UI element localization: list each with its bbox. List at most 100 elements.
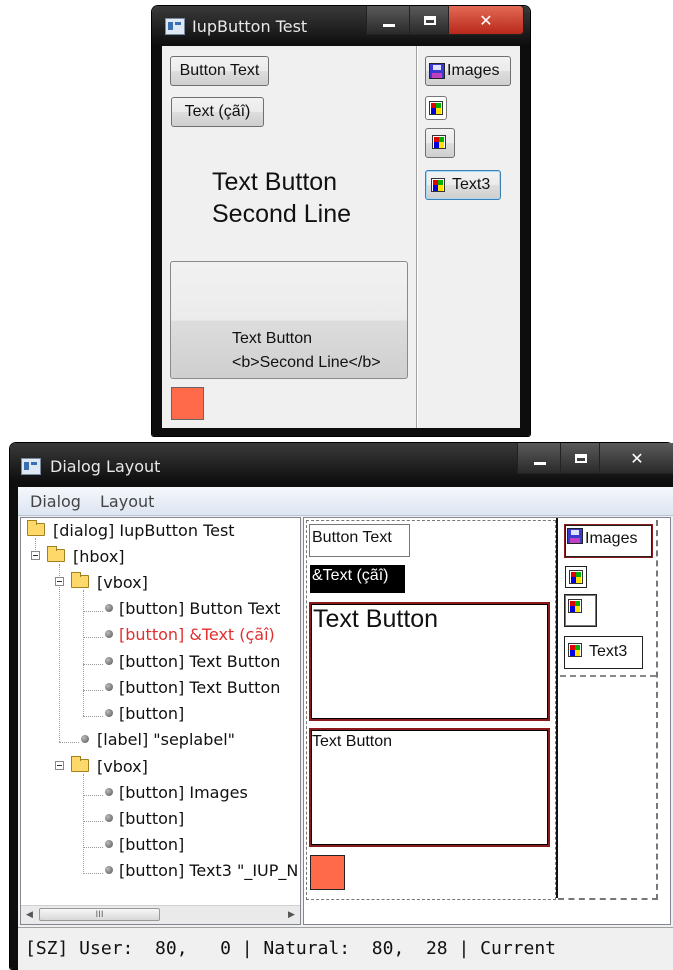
maximize-button[interactable] [560,443,602,474]
rgb-image-icon [431,178,445,192]
tree-item-dialog[interactable]: [dialog] IupButton Test [21,520,300,542]
close-icon: ✕ [479,10,493,30]
iupbutton-test-window: IupButton Test ✕ Button Text Text (çãî) … [152,6,530,436]
text3-label: Text3 [452,176,491,193]
floppy-icon [567,528,583,544]
markup-line1: Text Button [232,330,313,347]
markup-text-button[interactable]: Text Button <b>Second Line</b> [170,261,408,379]
tree-item-button-selected[interactable]: [button] &Text (çãî) [21,624,300,646]
menu-layout[interactable]: Layout [100,492,154,511]
tree-item-label: [label] "seplabel" [97,730,236,749]
button-text[interactable]: Button Text [170,56,269,86]
tree-item-vbox[interactable]: [vbox] [21,572,300,594]
floppy-icon [429,63,445,79]
minimize-icon [534,461,546,465]
tree-item-label: [dialog] IupButton Test [53,521,235,540]
canvas-spacer-line [560,675,656,677]
tree-item-button[interactable]: [button] [21,703,300,725]
tree-item-button[interactable]: [button] [21,834,300,856]
canvas-text-cai-selected[interactable]: &Text (çãî) [310,565,405,593]
canvas-label: &Text (çãî) [312,567,389,584]
rgb-image-icon [429,101,443,115]
text-button-flat[interactable]: Text Button Second Line [212,166,382,232]
tree-item-vbox[interactable]: [vbox] [21,756,300,778]
canvas-color-button[interactable] [310,855,345,890]
collapse-icon[interactable] [55,577,64,586]
scroll-thumb-grip: III [95,909,104,920]
tree-horizontal-scrollbar[interactable]: ◀ III ▶ [21,905,300,924]
close-button[interactable]: ✕ [448,6,524,35]
titlebar[interactable]: IupButton Test ✕ [152,6,530,42]
leaf-bullet-icon [105,657,113,665]
close-icon: ✕ [630,448,644,468]
canvas-text-button-big[interactable]: Text Button [309,602,550,721]
maximize-icon [575,453,587,463]
separator [416,46,418,428]
tree-item-button[interactable]: [button] Button Text [21,598,300,620]
canvas-label: Images [585,530,638,547]
images-label: Images [447,62,500,79]
titlebar[interactable]: Dialog Layout ✕ [10,443,673,483]
leaf-bullet-icon [105,709,113,717]
folder-open-icon [47,546,65,562]
canvas-image-button-1[interactable] [565,566,587,588]
tree-item-hbox[interactable]: [hbox] [21,546,300,568]
leaf-bullet-icon [105,604,113,612]
layout-tree[interactable]: [dialog] IupButton Test [hbox] [vbox] [b… [20,517,301,925]
canvas-text-button-small[interactable]: Text Button [309,728,550,847]
color-button[interactable] [171,387,204,420]
image-button-2[interactable] [425,128,455,158]
tree-item-label: [vbox] [97,757,148,776]
minimize-button[interactable] [517,443,563,474]
rgb-image-icon [568,599,582,613]
canvas-button-text[interactable]: Button Text [309,524,410,557]
image-button-1[interactable] [425,96,447,120]
tree-item-label: [button] [119,835,185,854]
tree-item-label: [hbox] [73,547,125,566]
scroll-left-icon[interactable]: ◀ [21,906,38,923]
folder-open-icon [71,756,89,772]
tree-item-label: [button] Images [119,783,248,802]
tree-item-button[interactable]: [button] Text Button [21,677,300,699]
text-button-line2: Second Line [212,200,352,228]
canvas-label: Text Button [313,605,439,633]
client-area: Button Text Text (çãî) Text Button Secon… [162,46,520,428]
tree-item-label: [button] Text3 "_IUP_N [119,861,299,880]
collapse-icon[interactable] [55,761,64,770]
leaf-bullet-icon [105,840,113,848]
minimize-icon [383,23,395,27]
tree-item-label: [button] [119,809,185,828]
layout-canvas[interactable]: Button Text &Text (çãî) Text Button Text… [303,517,671,925]
leaf-bullet-icon [81,735,89,743]
status-bar: [SZ] User: 80, 0 | Natural: 80, 28 | Cur… [18,927,673,970]
window-title: IupButton Test [192,17,308,36]
tree-item-label: [button] Text Button [119,652,281,671]
text3-button[interactable]: Text3 [425,170,501,200]
maximize-icon [424,15,436,25]
tree-item-label: [vbox] [97,573,148,592]
canvas-images-button[interactable]: Images [564,524,653,558]
tree-item-button[interactable]: [button] [21,808,300,830]
text-cai-button[interactable]: Text (çãî) [171,97,264,127]
canvas-text3-button[interactable]: Text3 [564,636,643,669]
close-button[interactable]: ✕ [599,443,673,474]
maximize-button[interactable] [409,6,451,35]
tree-item-button[interactable]: [button] Text3 "_IUP_N [21,860,300,882]
app-icon [165,18,185,35]
leaf-bullet-icon [105,630,113,638]
rgb-image-icon [569,570,583,584]
minimize-button[interactable] [366,6,412,35]
tree-item-label[interactable]: [label] "seplabel" [21,729,300,751]
collapse-icon[interactable] [31,551,40,560]
menu-dialog[interactable]: Dialog [30,492,81,511]
tree-item-button[interactable]: [button] Images [21,782,300,804]
rgb-image-icon [568,643,582,657]
rgb-image-icon [432,135,446,149]
tree-item-button[interactable]: [button] Text Button [21,651,300,673]
scroll-thumb[interactable]: III [39,908,160,921]
canvas-image-button-2[interactable] [564,594,597,627]
scroll-right-icon[interactable]: ▶ [283,906,300,923]
canvas-label: Text3 [589,643,628,660]
images-button[interactable]: Images [425,56,511,86]
folder-open-icon [71,572,89,588]
